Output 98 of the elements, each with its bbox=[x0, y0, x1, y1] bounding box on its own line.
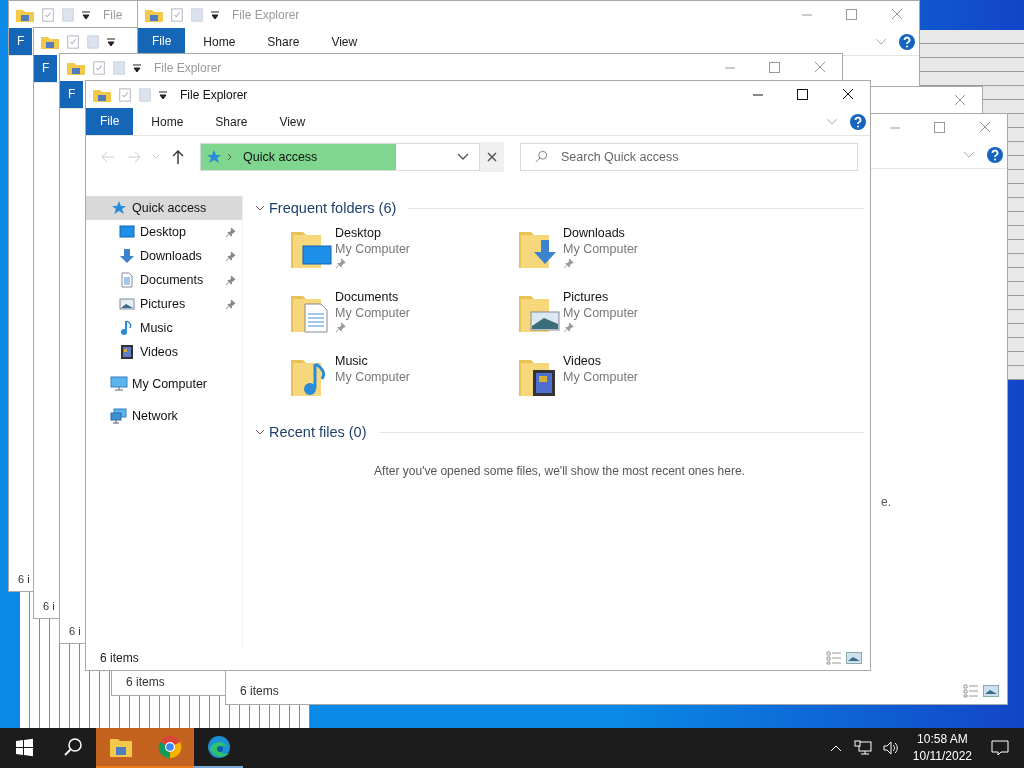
file-menu-tab[interactable]: F bbox=[60, 81, 84, 108]
section-header[interactable]: Frequent folders (6) bbox=[255, 196, 864, 220]
nav-item[interactable]: My Computer bbox=[86, 372, 242, 396]
help-icon[interactable] bbox=[987, 146, 1003, 163]
folder-name: Videos bbox=[563, 354, 602, 368]
folder-location: My Computer bbox=[335, 306, 411, 320]
image-icon bbox=[119, 296, 135, 312]
ribbon-tab[interactable]: Home bbox=[137, 114, 198, 129]
folder-tile[interactable]: Desktop My Computer bbox=[289, 226, 517, 282]
folder-name: Documents bbox=[335, 290, 400, 304]
folder-name: Desktop bbox=[335, 226, 382, 240]
nav-item[interactable]: Documents bbox=[86, 268, 225, 292]
dropdown-icon[interactable] bbox=[106, 36, 116, 47]
window-title: File Explorer bbox=[180, 87, 248, 102]
ribbon-tab[interactable]: Home bbox=[189, 34, 250, 49]
file-menu-tab[interactable]: File bbox=[86, 108, 134, 135]
desktop-icon bbox=[119, 224, 135, 240]
network-icon bbox=[110, 408, 128, 424]
empty-message: After you've opened some files, we'll show the most recent ones here. bbox=[373, 464, 746, 478]
status-text: 6 items bbox=[126, 675, 165, 689]
file-menu-tab[interactable]: File bbox=[138, 28, 186, 55]
folder-location: My Computer bbox=[563, 306, 639, 320]
file-menu-tab[interactable]: F bbox=[34, 55, 58, 82]
star-icon bbox=[206, 149, 222, 165]
large-icons-view-icon[interactable] bbox=[983, 684, 999, 698]
status-text: 6 i bbox=[43, 600, 55, 612]
pin-icon bbox=[225, 226, 236, 238]
nav-item[interactable]: Network bbox=[86, 404, 242, 428]
chevron-icon bbox=[255, 427, 265, 437]
document-icon bbox=[119, 272, 135, 288]
large-icons-view-icon[interactable] bbox=[846, 651, 862, 665]
folder-tile[interactable]: Videos My Computer bbox=[517, 354, 745, 410]
pin-icon bbox=[225, 250, 236, 262]
forward-icon[interactable] bbox=[126, 149, 142, 165]
window-title: File Explorer bbox=[232, 7, 300, 22]
film-icon bbox=[119, 344, 135, 360]
help-icon[interactable] bbox=[899, 33, 915, 50]
up-icon[interactable] bbox=[170, 149, 186, 165]
properties-icon[interactable] bbox=[66, 33, 80, 50]
file-menu-tab[interactable]: F bbox=[9, 28, 33, 55]
chevron-icon[interactable] bbox=[457, 153, 469, 161]
folder-tile[interactable]: Music My Computer bbox=[289, 354, 517, 410]
properties-icon[interactable] bbox=[118, 86, 132, 103]
volume-icon[interactable] bbox=[881, 740, 900, 756]
folder-tile[interactable]: Pictures My Computer bbox=[517, 290, 745, 346]
nav-item[interactable]: Quick access bbox=[86, 196, 242, 220]
folder-location: My Computer bbox=[563, 242, 639, 256]
ribbon-tab[interactable]: Share bbox=[253, 34, 314, 49]
help-icon[interactable] bbox=[850, 113, 866, 130]
notifications-icon[interactable] bbox=[990, 738, 1010, 758]
pin-icon bbox=[225, 298, 236, 310]
browser-icon bbox=[206, 735, 231, 759]
chevron-icon bbox=[255, 203, 265, 213]
folder-location: My Computer bbox=[335, 242, 411, 256]
nav-item[interactable]: Music bbox=[86, 316, 225, 340]
clear-button[interactable] bbox=[480, 142, 504, 172]
nav-item[interactable]: Pictures bbox=[86, 292, 225, 316]
folder-name: Music bbox=[335, 354, 369, 368]
star-icon bbox=[111, 200, 127, 216]
folder-tile[interactable]: Documents My Computer bbox=[289, 290, 517, 346]
properties-icon[interactable] bbox=[41, 6, 55, 23]
dropdown-icon[interactable] bbox=[132, 62, 142, 73]
dropdown-icon[interactable] bbox=[210, 9, 220, 20]
nav-item[interactable]: Desktop bbox=[86, 220, 225, 244]
ribbon-tab[interactable]: View bbox=[265, 114, 320, 129]
folder-location: My Computer bbox=[335, 370, 411, 384]
status-text: 6 items bbox=[240, 684, 279, 698]
browser-icon bbox=[157, 735, 182, 759]
folder-name: Pictures bbox=[563, 290, 610, 304]
properties-icon[interactable] bbox=[170, 6, 184, 23]
folder-location: My Computer bbox=[563, 370, 639, 384]
status-text: 6 i bbox=[69, 625, 81, 637]
pin-icon bbox=[225, 274, 236, 286]
folder-tile[interactable]: Downloads My Computer bbox=[517, 226, 745, 282]
clock[interactable]: 10:58 AM 10/11/2022 bbox=[912, 731, 972, 765]
properties-icon[interactable] bbox=[92, 59, 106, 76]
ribbon-tab[interactable]: View bbox=[317, 34, 372, 49]
network-icon[interactable] bbox=[853, 740, 872, 756]
status-text: 6 i bbox=[18, 573, 30, 585]
status-text: 6 items bbox=[100, 651, 139, 665]
computer-icon bbox=[110, 376, 128, 392]
folder-name: Downloads bbox=[563, 226, 626, 240]
recent-locations-icon[interactable] bbox=[152, 153, 160, 161]
window-title: File bbox=[103, 7, 123, 22]
empty-message: e. bbox=[881, 495, 891, 509]
back-icon[interactable] bbox=[100, 149, 116, 165]
search-field[interactable]: Search Quick access bbox=[520, 143, 858, 171]
search-icon bbox=[534, 150, 548, 164]
nav-item[interactable]: Videos bbox=[86, 340, 225, 364]
address-bar[interactable]: Quick access bbox=[200, 143, 480, 171]
window-title: File Explorer bbox=[154, 60, 222, 75]
download-arrow-icon bbox=[119, 248, 135, 264]
dropdown-icon[interactable] bbox=[81, 9, 91, 20]
ribbon-tab[interactable]: Share bbox=[201, 114, 262, 129]
address-text: Quick access bbox=[243, 150, 318, 164]
dropdown-icon[interactable] bbox=[158, 89, 168, 100]
section-header[interactable]: Recent files (0) bbox=[255, 420, 864, 444]
nav-item[interactable]: Downloads bbox=[86, 244, 225, 268]
